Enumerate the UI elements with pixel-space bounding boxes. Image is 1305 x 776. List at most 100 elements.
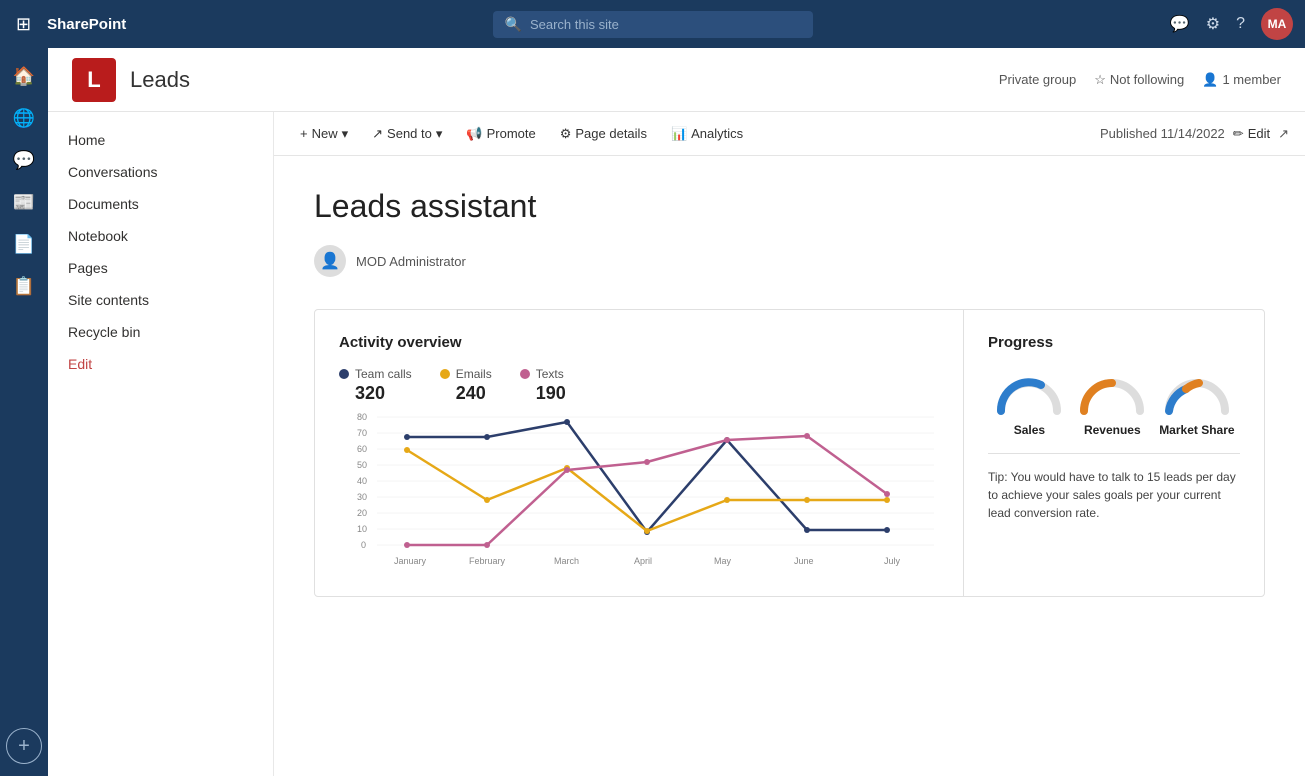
nav-documents[interactable]: Documents — [48, 188, 273, 220]
toolbar-right: Published 11/14/2022 ✏ Edit ↗ — [1100, 126, 1289, 142]
chart-container: 80 70 60 50 40 30 20 10 0 — [339, 412, 939, 572]
author-avatar: 👤 — [314, 245, 346, 277]
promote-button[interactable]: 📢 Promote — [456, 121, 545, 147]
home-icon[interactable]: 🏠 — [6, 58, 42, 94]
plus-icon: + — [300, 126, 308, 141]
texts-value: 190 — [520, 383, 566, 404]
nav-conversations[interactable]: Conversations — [48, 156, 273, 188]
legend-team-calls: Team calls 320 — [339, 367, 412, 404]
expand-icon[interactable]: ↗ — [1278, 126, 1289, 142]
members-info: 👤 1 member — [1202, 72, 1281, 88]
dashboard-row: Activity overview Team calls 320 Emails — [314, 309, 1265, 597]
progress-card: Progress Sales — [964, 310, 1264, 596]
svg-text:April: April — [634, 556, 652, 566]
activity-chart: 80 70 60 50 40 30 20 10 0 — [339, 412, 939, 572]
settings-icon[interactable]: ⚙ — [1206, 14, 1220, 34]
new-chevron-icon: ▾ — [342, 126, 349, 142]
revenues-gauge-svg — [1076, 375, 1148, 417]
gauge-row: Sales Revenues — [988, 375, 1240, 437]
svg-text:70: 70 — [357, 428, 367, 438]
market-share-gauge-svg — [1161, 375, 1233, 417]
toolbar: + New ▾ ↗ Send to ▾ 📢 Promote ⚙ Page det… — [274, 112, 1305, 156]
published-label: Published 11/14/2022 — [1100, 126, 1225, 141]
table-icon[interactable]: 📋 — [6, 268, 42, 304]
page-details-icon: ⚙ — [560, 126, 572, 142]
news-icon[interactable]: 📰 — [6, 184, 42, 220]
emails-value: 240 — [440, 383, 486, 404]
top-nav-right: 💬 ⚙ ? MA — [1170, 8, 1293, 40]
svg-text:July: July — [884, 556, 901, 566]
svg-text:40: 40 — [357, 476, 367, 486]
team-calls-dot — [339, 369, 349, 379]
svg-text:60: 60 — [357, 444, 367, 454]
svg-text:January: January — [394, 556, 427, 566]
nav-home[interactable]: Home — [48, 124, 273, 156]
legend-row: Team calls 320 Emails 240 — [339, 367, 939, 404]
page-area: Leads assistant 👤 MOD Administrator Acti… — [274, 156, 1305, 776]
waffle-icon[interactable]: ⊞ — [12, 10, 35, 39]
not-following-btn[interactable]: ☆ Not following — [1094, 72, 1184, 88]
analytics-button[interactable]: 📊 Analytics — [661, 121, 753, 147]
person-icon: 👤 — [1202, 72, 1218, 88]
nav-pages[interactable]: Pages — [48, 252, 273, 284]
left-icon-bar: 🏠 🌐 💬 📰 📄 📋 + — [0, 48, 48, 776]
not-following-label: Not following — [1110, 72, 1184, 87]
new-button[interactable]: + New ▾ — [290, 121, 358, 147]
doc-icon[interactable]: 📄 — [6, 226, 42, 262]
private-group-label: Private group — [999, 72, 1076, 87]
members-label: 1 member — [1222, 72, 1281, 87]
page-details-button[interactable]: ⚙ Page details — [550, 121, 657, 147]
brand-label: SharePoint — [47, 16, 126, 33]
texts-dot — [520, 369, 530, 379]
svg-text:February: February — [469, 556, 506, 566]
help-icon[interactable]: ? — [1236, 15, 1245, 33]
team-calls-value: 320 — [339, 383, 385, 404]
nav-site-contents[interactable]: Site contents — [48, 284, 273, 316]
svg-text:March: March — [554, 556, 579, 566]
svg-text:30: 30 — [357, 492, 367, 502]
market-share-label: Market Share — [1159, 423, 1234, 437]
site-logo: L — [72, 58, 116, 102]
site-title: Leads — [130, 67, 190, 93]
author-name: MOD Administrator — [356, 254, 466, 269]
gauge-revenues: Revenues — [1076, 375, 1148, 437]
team-calls-label: Team calls — [355, 367, 412, 381]
user-avatar[interactable]: MA — [1261, 8, 1293, 40]
analytics-icon: 📊 — [671, 126, 687, 142]
promote-icon: 📢 — [466, 126, 482, 142]
site-header: L Leads Private group ☆ Not following 👤 … — [48, 48, 1305, 112]
add-icon[interactable]: + — [6, 728, 42, 764]
send-icon: ↗ — [372, 126, 383, 142]
sales-gauge-svg — [993, 375, 1065, 417]
edit-icon: ✏ — [1233, 126, 1244, 142]
texts-label: Texts — [536, 367, 564, 381]
nav-edit[interactable]: Edit — [48, 348, 273, 380]
search-box: 🔍 — [493, 11, 813, 38]
nav-recycle-bin[interactable]: Recycle bin — [48, 316, 273, 348]
legend-emails: Emails 240 — [440, 367, 492, 404]
svg-text:May: May — [714, 556, 732, 566]
activity-card: Activity overview Team calls 320 Emails — [315, 310, 964, 596]
star-icon: ☆ — [1094, 72, 1106, 88]
site-header-right: Private group ☆ Not following 👤 1 member — [999, 72, 1281, 88]
author-row: 👤 MOD Administrator — [314, 245, 1265, 277]
search-input[interactable] — [530, 17, 801, 32]
emails-dot — [440, 369, 450, 379]
gauge-sales: Sales — [993, 375, 1065, 437]
svg-text:0: 0 — [361, 540, 366, 550]
legend-texts: Texts 190 — [520, 367, 566, 404]
page-title: Leads assistant — [314, 188, 1265, 225]
main-content: + New ▾ ↗ Send to ▾ 📢 Promote ⚙ Page det… — [274, 112, 1305, 776]
activity-title: Activity overview — [339, 334, 939, 351]
chat-sidebar-icon[interactable]: 💬 — [6, 142, 42, 178]
chat-icon[interactable]: 💬 — [1170, 14, 1190, 34]
send-chevron-icon: ▾ — [436, 126, 443, 142]
edit-button[interactable]: ✏ Edit — [1233, 126, 1270, 142]
gauge-market-share: Market Share — [1159, 375, 1234, 437]
svg-text:50: 50 — [357, 460, 367, 470]
send-to-button[interactable]: ↗ Send to ▾ — [362, 121, 452, 147]
globe-icon[interactable]: 🌐 — [6, 100, 42, 136]
nav-notebook[interactable]: Notebook — [48, 220, 273, 252]
top-nav: ⊞ SharePoint 🔍 💬 ⚙ ? MA — [0, 0, 1305, 48]
left-nav: Home Conversations Documents Notebook Pa… — [48, 112, 274, 776]
